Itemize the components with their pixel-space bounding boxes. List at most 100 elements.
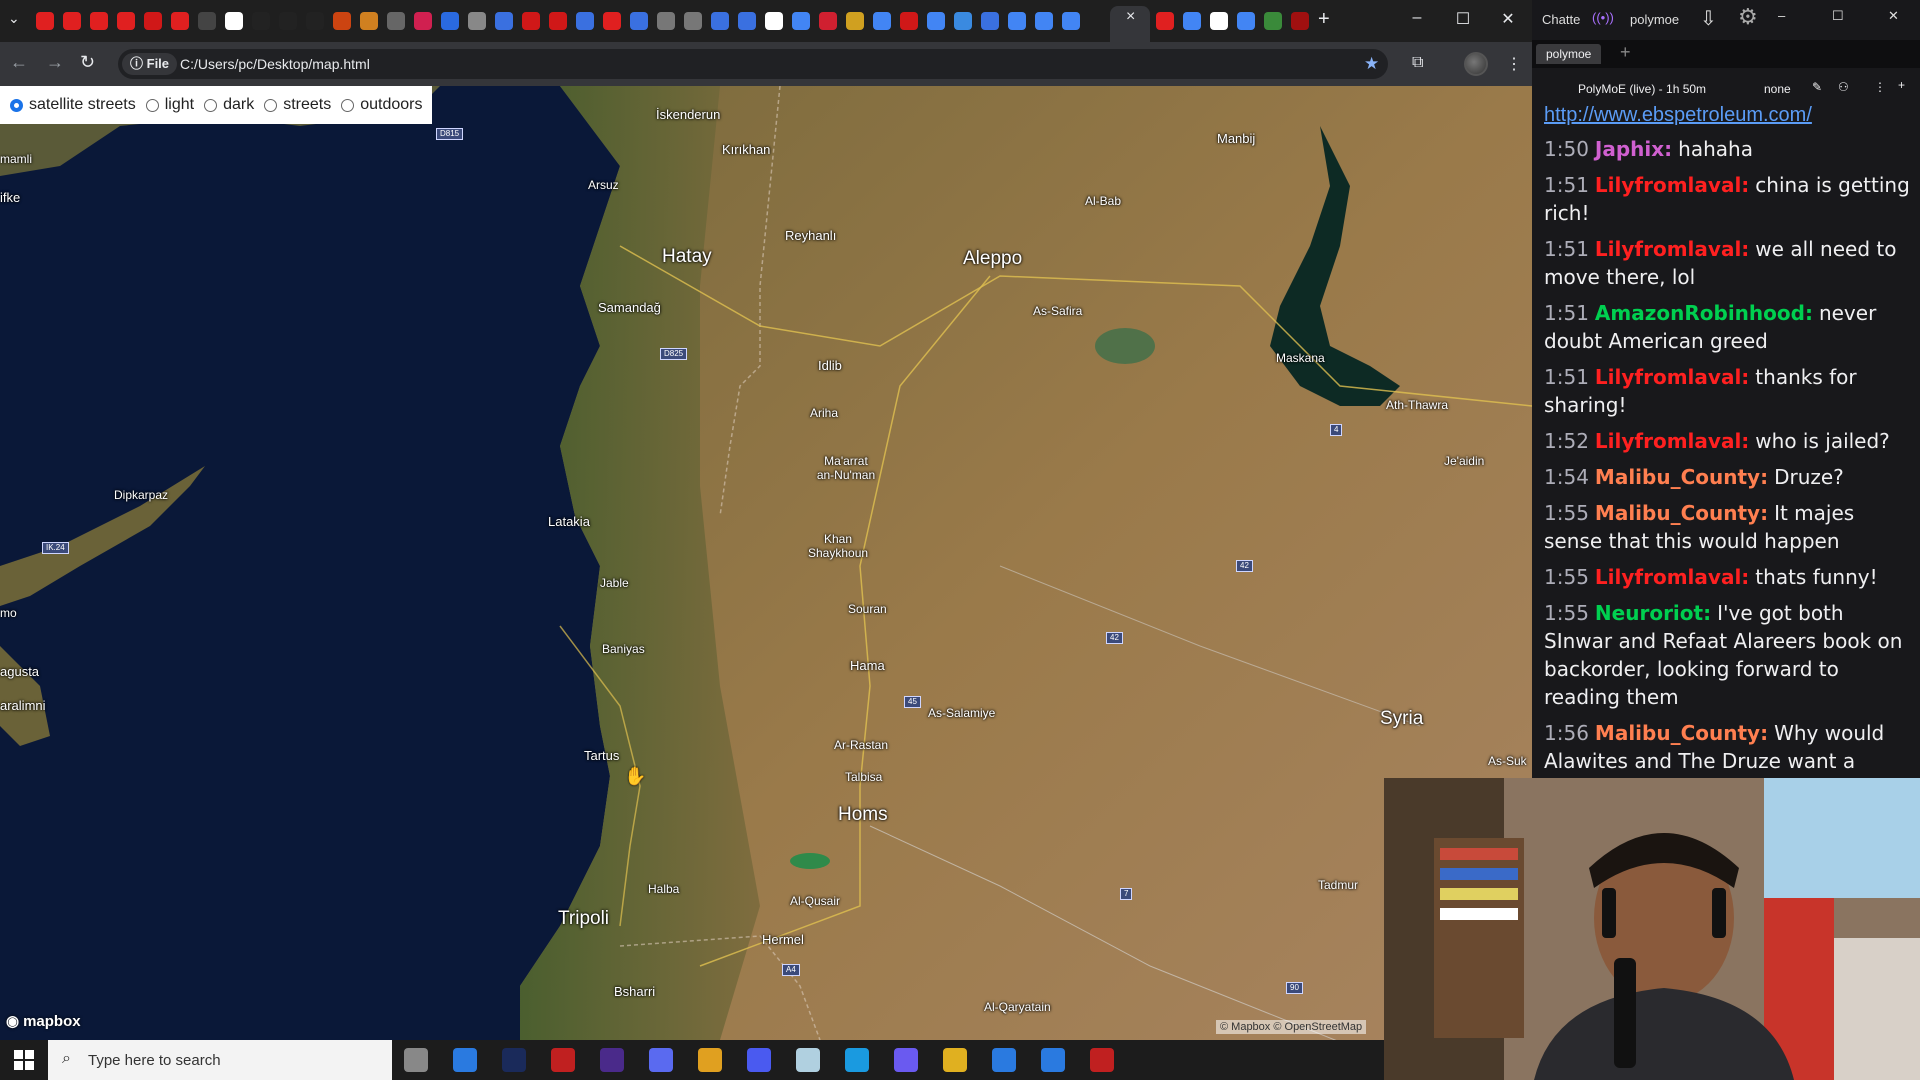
tab-favicon-icon[interactable] (171, 12, 189, 30)
chat-message[interactable]: 1:51 Lilyfromlaval: we all need to move th… (1544, 235, 1912, 291)
tab-favicon-icon[interactable] (63, 12, 81, 30)
radio-button[interactable] (264, 98, 278, 112)
taskbar-app-icon[interactable] (698, 1048, 722, 1072)
browser-menu-icon[interactable]: ⋮ (1506, 54, 1522, 74)
tab-close-icon[interactable]: × (1126, 8, 1135, 26)
tab-favicon-icon[interactable] (441, 12, 459, 30)
chat-close-icon[interactable]: ✕ (1888, 8, 1899, 24)
minimize-icon[interactable]: – (1407, 9, 1427, 27)
map-canvas[interactable]: İskenderun Kırıkhan Arsuz Hatay Reyhanlı… (0, 86, 1532, 1040)
tab-favicon-icon[interactable] (279, 12, 297, 30)
tab-favicon-icon[interactable] (765, 12, 783, 30)
new-tab-button[interactable]: + (1318, 8, 1330, 31)
chat-message[interactable]: 1:52 Lilyfromlaval: who is jailed? (1544, 427, 1912, 455)
style-option-satellite-streets[interactable]: satellite streets (10, 96, 136, 114)
tab-favicon-icon[interactable] (900, 12, 918, 30)
message-username[interactable]: Lilyfromlaval: (1595, 429, 1749, 453)
back-icon[interactable]: ← (10, 52, 28, 73)
taskbar-app-icon[interactable] (404, 1048, 428, 1072)
bookmark-star-icon[interactable]: ★ (1364, 54, 1379, 74)
chat-minimize-icon[interactable]: – (1778, 8, 1785, 23)
tab-favicon-icon[interactable] (522, 12, 540, 30)
taskbar-app-icon[interactable] (502, 1048, 526, 1072)
tab-favicon-icon[interactable] (117, 12, 135, 30)
tab-favicon-icon[interactable] (1008, 12, 1026, 30)
tab-favicon-icon[interactable] (495, 12, 513, 30)
taskbar-app-icon[interactable] (845, 1048, 869, 1072)
tab-favicon-icon[interactable] (1035, 12, 1053, 30)
address-bar[interactable]: ⓘ File C:/Users/pc/Desktop/map.html ★ (118, 49, 1388, 79)
tab-favicon-icon[interactable] (954, 12, 972, 30)
style-option-light[interactable]: light (145, 96, 194, 114)
message-username[interactable]: Lilyfromlaval: (1595, 365, 1749, 389)
tab-search-icon[interactable]: ⌄ (8, 10, 20, 27)
message-username[interactable]: Lilyfromlaval: (1595, 565, 1749, 589)
message-username[interactable]: Malibu_County: (1595, 465, 1768, 489)
radio-button[interactable] (145, 98, 159, 112)
tab-favicon-icon[interactable] (1264, 12, 1282, 30)
tab-favicon-icon[interactable] (819, 12, 837, 30)
message-username[interactable]: AmazonRobinhood: (1595, 301, 1813, 325)
chat-message[interactable]: 1:55 Neuroriot: I've got both SInwar and R… (1544, 599, 1912, 711)
message-username[interactable]: Malibu_County: (1595, 721, 1768, 745)
tab-favicon-icon[interactable] (360, 12, 378, 30)
tab-favicon-icon[interactable] (144, 12, 162, 30)
style-option-streets[interactable]: streets (264, 96, 331, 114)
url-text[interactable]: C:/Users/pc/Desktop/map.html (180, 56, 370, 72)
taskbar-app-icon[interactable] (747, 1048, 771, 1072)
profile-avatar[interactable] (1464, 52, 1488, 76)
edit-pencil-icon[interactable]: ✎ (1812, 80, 1822, 94)
add-split-icon[interactable]: + (1898, 78, 1905, 92)
tab-favicon-icon[interactable] (1210, 12, 1228, 30)
tab-favicon-icon[interactable] (414, 12, 432, 30)
chat-message[interactable]: 1:54 Malibu_County: Druze? (1544, 463, 1912, 491)
style-option-outdoors[interactable]: outdoors (341, 96, 422, 114)
taskbar-app-icon[interactable] (1041, 1048, 1065, 1072)
message-username[interactable]: Malibu_County: (1595, 501, 1768, 525)
chat-message[interactable]: 1:51 Lilyfromlaval: thanks for sharing! (1544, 363, 1912, 419)
chat-message[interactable]: 1:56 Malibu_County: Why would Alawites and… (1544, 719, 1912, 776)
users-icon[interactable]: ⚇ (1838, 80, 1849, 94)
radio-button[interactable] (341, 98, 355, 112)
chat-message[interactable]: 1:51 AmazonRobinhood: never doubt American… (1544, 299, 1912, 355)
map-attribution[interactable]: © Mapbox © OpenStreetMap (1216, 1020, 1367, 1034)
add-chat-tab-icon[interactable]: + (1620, 42, 1631, 63)
tab-favicon-icon[interactable] (711, 12, 729, 30)
message-username[interactable]: Lilyfromlaval: (1595, 237, 1749, 261)
tab-favicon-icon[interactable] (873, 12, 891, 30)
tab-favicon-icon[interactable] (1183, 12, 1201, 30)
split-menu-icon[interactable]: ⋮ (1874, 80, 1886, 94)
message-username[interactable]: Neuroriot: (1595, 601, 1711, 625)
taskbar-app-icon[interactable] (649, 1048, 673, 1072)
taskbar-app-icon[interactable] (551, 1048, 575, 1072)
taskbar-app-icon[interactable] (796, 1048, 820, 1072)
close-window-icon[interactable]: ✕ (1498, 9, 1518, 29)
chat-message[interactable]: 1:50 Japhix: hahaha (1544, 135, 1912, 163)
tab-favicon-icon[interactable] (630, 12, 648, 30)
tab-favicon-icon[interactable] (792, 12, 810, 30)
tab-favicon-icon[interactable] (684, 12, 702, 30)
tab-favicon-icon[interactable] (603, 12, 621, 30)
chat-message-list[interactable]: http://www.ebspetroleum.com/ 1:50 Japhix:… (1544, 104, 1912, 776)
tab-favicon-icon[interactable] (1291, 12, 1309, 30)
tab-favicon-icon[interactable] (1062, 12, 1080, 30)
taskbar-app-icon[interactable] (992, 1048, 1016, 1072)
download-icon[interactable]: ⇩ (1700, 6, 1717, 31)
chat-message[interactable]: 1:51 Lilyfromlaval: china is getting rich! (1544, 171, 1912, 227)
style-option-dark[interactable]: dark (204, 96, 254, 114)
tab-favicon-icon[interactable] (333, 12, 351, 30)
chat-message[interactable]: 1:55 Lilyfromlaval: thats funny! (1544, 563, 1912, 591)
tab-favicon-icon[interactable] (981, 12, 999, 30)
tab-favicon-icon[interactable] (387, 12, 405, 30)
taskbar-search[interactable]: ⌕ Type here to search (48, 1040, 392, 1080)
chat-tab-polymoe[interactable]: polymoe (1536, 44, 1602, 64)
reload-icon[interactable]: ↻ (80, 52, 95, 73)
tab-favicon-icon[interactable] (549, 12, 567, 30)
tab-favicon-icon[interactable] (576, 12, 594, 30)
taskbar-app-icon[interactable] (600, 1048, 624, 1072)
tab-favicon-icon[interactable] (225, 12, 243, 30)
message-username[interactable]: Lilyfromlaval: (1595, 173, 1749, 197)
taskbar-app-icon[interactable] (453, 1048, 477, 1072)
mapbox-logo[interactable]: ◉ mapbox (6, 1012, 81, 1031)
settings-gear-icon[interactable]: ⚙ (1738, 4, 1758, 30)
